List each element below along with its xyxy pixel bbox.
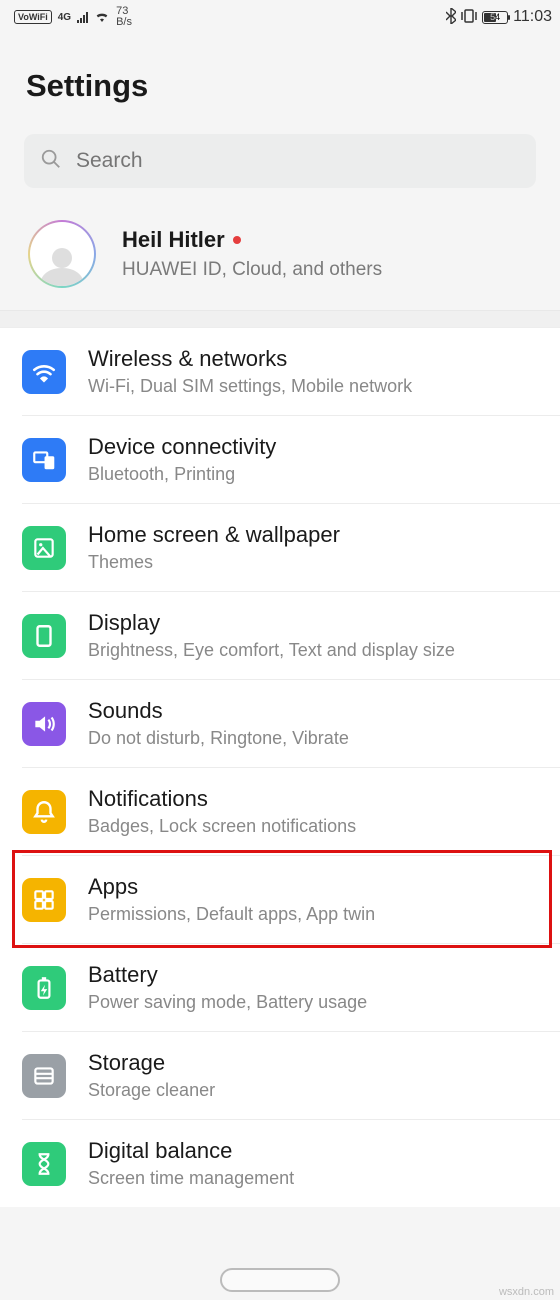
item-sub: Bluetooth, Printing bbox=[88, 464, 554, 485]
wifi-status-icon bbox=[94, 9, 110, 25]
nav-pill[interactable] bbox=[220, 1268, 340, 1292]
clock: 11:03 bbox=[513, 8, 552, 26]
search-input[interactable] bbox=[76, 149, 520, 173]
item-title: Notifications bbox=[88, 786, 554, 812]
sound-icon bbox=[22, 702, 66, 746]
item-title: Home screen & wallpaper bbox=[88, 522, 554, 548]
battery-icon bbox=[22, 966, 66, 1010]
search-icon bbox=[40, 148, 62, 175]
settings-item-sound[interactable]: Sounds Do not disturb, Ringtone, Vibrate bbox=[22, 680, 560, 768]
avatar bbox=[28, 220, 96, 288]
apps-icon bbox=[22, 878, 66, 922]
item-title: Device connectivity bbox=[88, 434, 554, 460]
settings-item-display[interactable]: Display Brightness, Eye comfort, Text and… bbox=[22, 592, 560, 680]
display-icon bbox=[22, 614, 66, 658]
item-sub: Do not disturb, Ringtone, Vibrate bbox=[88, 728, 554, 749]
page-title: Settings bbox=[0, 34, 560, 134]
storage-icon bbox=[22, 1054, 66, 1098]
signal-icon bbox=[77, 11, 88, 23]
status-left: VoWiFi 4G 73 B/s bbox=[14, 6, 132, 28]
settings-list: Wireless & networks Wi-Fi, Dual SIM setti… bbox=[0, 328, 560, 1207]
item-sub: Storage cleaner bbox=[88, 1080, 554, 1101]
item-title: Storage bbox=[88, 1050, 554, 1076]
battery-indicator: 54 bbox=[482, 11, 508, 24]
item-sub: Permissions, Default apps, App twin bbox=[88, 904, 554, 925]
item-title: Wireless & networks bbox=[88, 346, 554, 372]
search-bar[interactable] bbox=[24, 134, 536, 188]
item-sub: Brightness, Eye comfort, Text and displa… bbox=[88, 640, 554, 661]
vowifi-badge: VoWiFi bbox=[14, 10, 52, 24]
devices-icon bbox=[22, 438, 66, 482]
alert-dot-icon bbox=[233, 236, 241, 244]
settings-item-bell[interactable]: Notifications Badges, Lock screen notific… bbox=[22, 768, 560, 856]
watermark: wsxdn.com bbox=[499, 1286, 554, 1298]
status-right: 54 11:03 bbox=[446, 8, 552, 27]
item-sub: Wi-Fi, Dual SIM settings, Mobile network bbox=[88, 376, 554, 397]
item-sub: Power saving mode, Battery usage bbox=[88, 992, 554, 1013]
item-title: Apps bbox=[88, 874, 554, 900]
settings-item-devices[interactable]: Device connectivity Bluetooth, Printing bbox=[22, 416, 560, 504]
item-title: Digital balance bbox=[88, 1138, 554, 1164]
network-gen: 4G bbox=[58, 12, 71, 23]
item-sub: Themes bbox=[88, 552, 554, 573]
settings-item-storage[interactable]: Storage Storage cleaner bbox=[22, 1032, 560, 1120]
account-row[interactable]: Heil Hitler HUAWEI ID, Cloud, and others bbox=[0, 198, 560, 310]
account-sub: HUAWEI ID, Cloud, and others bbox=[122, 259, 382, 281]
vibrate-icon bbox=[461, 9, 477, 26]
settings-item-wifi[interactable]: Wireless & networks Wi-Fi, Dual SIM setti… bbox=[22, 328, 560, 416]
settings-item-hourglass[interactable]: Digital balance Screen time management bbox=[22, 1120, 560, 1207]
account-name: Heil Hitler bbox=[122, 227, 382, 253]
wifi-icon bbox=[22, 350, 66, 394]
item-title: Sounds bbox=[88, 698, 554, 724]
settings-item-battery[interactable]: Battery Power saving mode, Battery usage bbox=[22, 944, 560, 1032]
hourglass-icon bbox=[22, 1142, 66, 1186]
bluetooth-icon bbox=[446, 8, 456, 27]
item-sub: Screen time management bbox=[88, 1168, 554, 1189]
bell-icon bbox=[22, 790, 66, 834]
home-icon bbox=[22, 526, 66, 570]
item-sub: Badges, Lock screen notifications bbox=[88, 816, 554, 837]
status-bar: VoWiFi 4G 73 B/s 54 11:03 bbox=[0, 0, 560, 34]
section-divider bbox=[0, 310, 560, 328]
settings-item-apps[interactable]: Apps Permissions, Default apps, App twin bbox=[22, 856, 560, 944]
settings-item-home[interactable]: Home screen & wallpaper Themes bbox=[22, 504, 560, 592]
speed-indicator: 73 B/s bbox=[116, 6, 132, 28]
item-title: Display bbox=[88, 610, 554, 636]
item-title: Battery bbox=[88, 962, 554, 988]
